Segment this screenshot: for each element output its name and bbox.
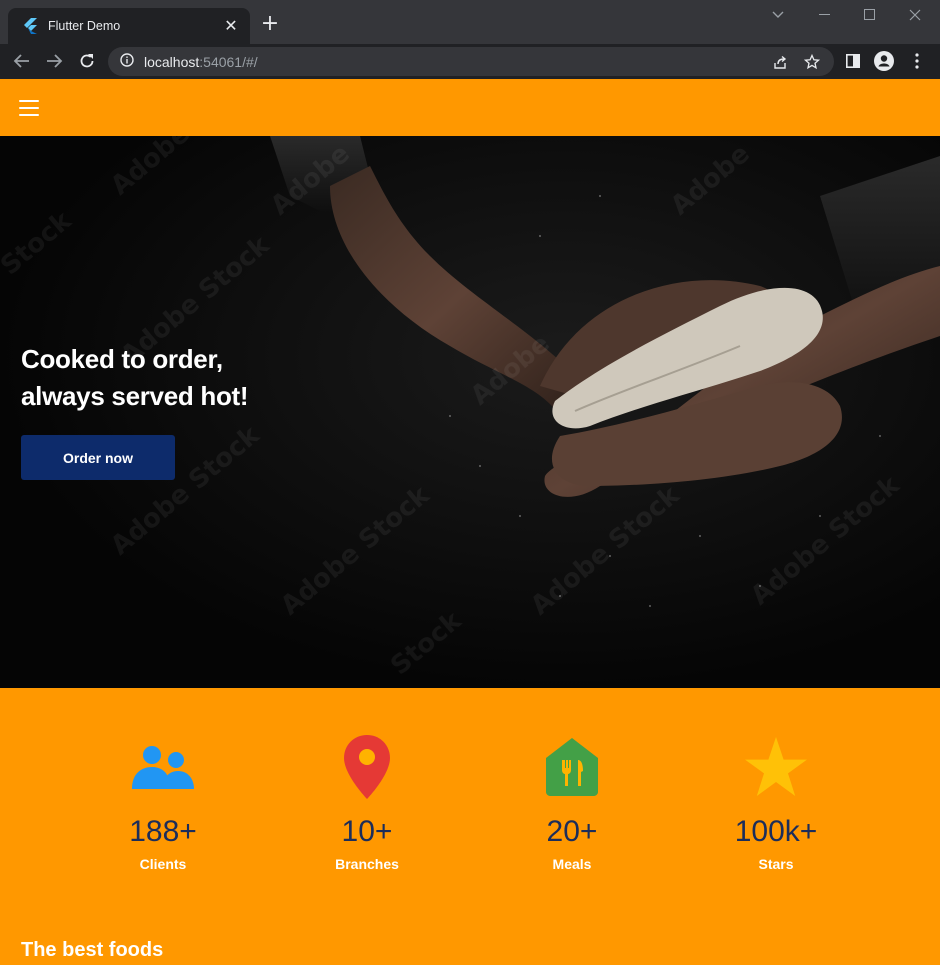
browser-toolbar: localhost:54061/#/ (0, 44, 940, 79)
stat-value: 20+ (546, 815, 598, 848)
stats-section: 188+ Clients 10+ Branches 20+ Meals 100k… (0, 688, 940, 965)
hero-banner: Adobe Adobe Adobe Stock Adobe Stock Adob… (0, 136, 940, 688)
minimize-icon[interactable] (810, 4, 840, 26)
bookmark-star-icon[interactable] (802, 52, 822, 72)
stat-clients: 188+ Clients (63, 734, 263, 872)
stat-label: Branches (335, 856, 399, 872)
tab-search-icon[interactable] (763, 4, 793, 26)
address-bar[interactable]: localhost:54061/#/ (108, 47, 834, 76)
hero-headline: Cooked to order, always served hot! (21, 344, 249, 411)
section-title: The best foods (21, 939, 164, 961)
plus-icon[interactable]: + (258, 12, 282, 36)
close-window-icon[interactable] (900, 4, 930, 26)
stat-meals: 20+ Meals (472, 734, 672, 872)
people-icon (63, 734, 263, 800)
browser-titlebar: Flutter Demo ✕ + (0, 0, 940, 44)
stat-branches: 10+ Branches (267, 734, 467, 872)
stat-value: 10+ (341, 815, 393, 848)
tab-title: Flutter Demo (48, 19, 121, 33)
stat-stars: 100k+ Stars (676, 734, 876, 872)
more-menu-icon[interactable] (906, 50, 928, 72)
hamburger-menu-icon[interactable] (17, 97, 41, 119)
browser-tab[interactable]: Flutter Demo ✕ (8, 8, 250, 44)
stat-label: Stars (758, 856, 794, 872)
share-icon[interactable] (770, 52, 790, 72)
location-pin-icon (267, 734, 467, 800)
app-bar (0, 79, 940, 136)
stat-value: 100k+ (734, 815, 818, 848)
stat-label: Meals (552, 856, 592, 872)
order-now-button[interactable]: Order now (21, 435, 175, 480)
info-icon[interactable] (120, 52, 134, 71)
web-page: Adobe Adobe Adobe Stock Adobe Stock Adob… (0, 79, 940, 965)
star-icon (676, 734, 876, 800)
close-tab-icon[interactable]: ✕ (222, 17, 240, 35)
forward-arrow-icon[interactable] (42, 49, 66, 73)
profile-avatar-icon[interactable] (873, 50, 895, 72)
flutter-icon (22, 18, 38, 34)
side-panel-icon[interactable] (842, 50, 864, 72)
restaurant-icon (472, 734, 672, 800)
back-arrow-icon[interactable] (10, 49, 34, 73)
stat-value: 188+ (129, 815, 197, 848)
maximize-icon[interactable] (855, 4, 885, 26)
reload-icon[interactable] (75, 49, 99, 73)
stat-label: Clients (139, 856, 187, 872)
url-text: localhost:54061/#/ (144, 53, 258, 70)
